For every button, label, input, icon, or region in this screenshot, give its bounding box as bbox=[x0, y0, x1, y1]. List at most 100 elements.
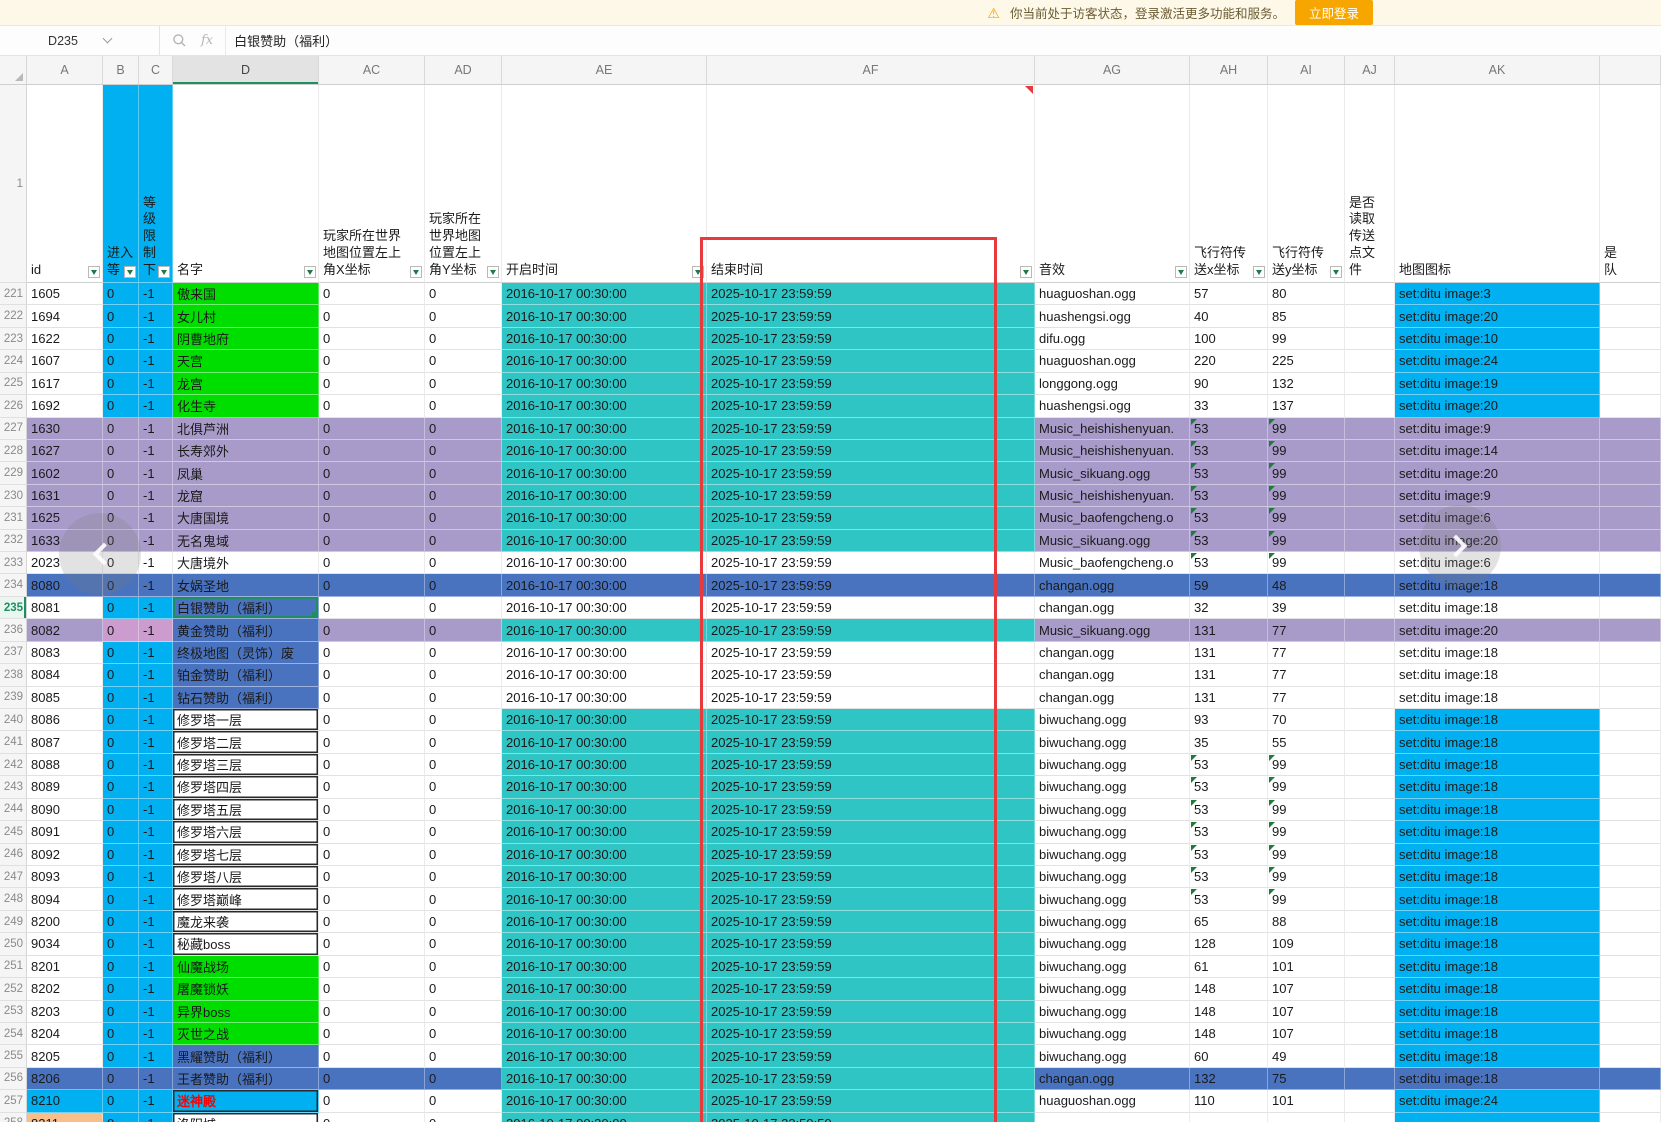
header-cell-AE[interactable]: 开启时间 bbox=[502, 85, 707, 283]
header-cell-AG[interactable]: 音效 bbox=[1035, 85, 1190, 283]
cell-A236[interactable]: 8082 bbox=[27, 619, 103, 641]
cell-AK235[interactable]: set:ditu image:18 bbox=[1395, 597, 1600, 619]
cell-AC250[interactable]: 0 bbox=[319, 933, 425, 955]
header-cell-B[interactable]: 进入等 bbox=[103, 85, 139, 283]
cell-AH234[interactable]: 59 bbox=[1190, 574, 1268, 596]
cell-AC228[interactable]: 0 bbox=[319, 440, 425, 462]
cell-D242[interactable]: 修罗塔三层 bbox=[173, 754, 319, 776]
row-header-226[interactable]: 226 bbox=[0, 395, 27, 417]
cell-X231[interactable] bbox=[1600, 507, 1661, 529]
cell-B225[interactable]: 0 bbox=[103, 373, 139, 395]
column-header-C[interactable]: C bbox=[139, 56, 173, 84]
cell-AE230[interactable]: 2016-10-17 00:30:00 bbox=[502, 485, 707, 507]
cell-AE228[interactable]: 2016-10-17 00:30:00 bbox=[502, 440, 707, 462]
cell-AH241[interactable]: 35 bbox=[1190, 731, 1268, 753]
cell-AC258[interactable]: 0 bbox=[319, 1113, 425, 1122]
row-header-225[interactable]: 225 bbox=[0, 373, 27, 395]
cell-AG251[interactable]: biwuchang.ogg bbox=[1035, 956, 1190, 978]
column-header-A[interactable]: A bbox=[27, 56, 103, 84]
cell-B241[interactable]: 0 bbox=[103, 731, 139, 753]
cell-D249[interactable]: 魔龙来袭 bbox=[173, 911, 319, 933]
cell-AJ250[interactable] bbox=[1345, 933, 1395, 955]
cell-AD248[interactable]: 0 bbox=[425, 888, 502, 910]
cell-AG253[interactable]: biwuchang.ogg bbox=[1035, 1001, 1190, 1023]
cell-D255[interactable]: 黑耀赞助（福利） bbox=[173, 1045, 319, 1067]
cell-AJ241[interactable] bbox=[1345, 731, 1395, 753]
cell-B226[interactable]: 0 bbox=[103, 395, 139, 417]
cell-A256[interactable]: 8206 bbox=[27, 1068, 103, 1090]
cell-C236[interactable]: -1 bbox=[139, 619, 173, 641]
cell-B230[interactable]: 0 bbox=[103, 485, 139, 507]
cell-A230[interactable]: 1631 bbox=[27, 485, 103, 507]
row-header-257[interactable]: 257 bbox=[0, 1090, 27, 1112]
cell-AF226[interactable]: 2025-10-17 23:59:59 bbox=[707, 395, 1035, 417]
cell-X254[interactable] bbox=[1600, 1023, 1661, 1045]
cell-C250[interactable]: -1 bbox=[139, 933, 173, 955]
row-header-1[interactable]: 1 bbox=[0, 85, 27, 283]
cell-AE256[interactable]: 2016-10-17 00:30:00 bbox=[502, 1068, 707, 1090]
cell-C232[interactable]: -1 bbox=[139, 530, 173, 552]
cell-A255[interactable]: 8205 bbox=[27, 1045, 103, 1067]
cell-A254[interactable]: 8204 bbox=[27, 1023, 103, 1045]
cell-D251[interactable]: 仙魔战场 bbox=[173, 956, 319, 978]
cell-D236[interactable]: 黄金赞助（福利） bbox=[173, 619, 319, 641]
cell-AF231[interactable]: 2025-10-17 23:59:59 bbox=[707, 507, 1035, 529]
cell-AG238[interactable]: changan.ogg bbox=[1035, 664, 1190, 686]
cell-AC243[interactable]: 0 bbox=[319, 776, 425, 798]
cell-AD230[interactable]: 0 bbox=[425, 485, 502, 507]
cell-AD245[interactable]: 0 bbox=[425, 821, 502, 843]
cell-X223[interactable] bbox=[1600, 328, 1661, 350]
cell-AK243[interactable]: set:ditu image:18 bbox=[1395, 776, 1600, 798]
filter-arrow-icon[interactable] bbox=[1020, 266, 1032, 278]
cell-AJ257[interactable] bbox=[1345, 1090, 1395, 1112]
cell-AC236[interactable]: 0 bbox=[319, 619, 425, 641]
cell-AD233[interactable]: 0 bbox=[425, 552, 502, 574]
cell-AJ224[interactable] bbox=[1345, 350, 1395, 372]
cell-X255[interactable] bbox=[1600, 1045, 1661, 1067]
cell-AF255[interactable]: 2025-10-17 23:59:59 bbox=[707, 1045, 1035, 1067]
cell-AG225[interactable]: longgong.ogg bbox=[1035, 373, 1190, 395]
cell-AE232[interactable]: 2016-10-17 00:30:00 bbox=[502, 530, 707, 552]
cell-AK253[interactable]: set:ditu image:18 bbox=[1395, 1001, 1600, 1023]
cell-B244[interactable]: 0 bbox=[103, 799, 139, 821]
cell-A223[interactable]: 1622 bbox=[27, 328, 103, 350]
cell-AD238[interactable]: 0 bbox=[425, 664, 502, 686]
cell-AH242[interactable]: 53 bbox=[1190, 754, 1268, 776]
cell-A228[interactable]: 1627 bbox=[27, 440, 103, 462]
cell-AE239[interactable]: 2016-10-17 00:30:00 bbox=[502, 687, 707, 709]
cell-AD226[interactable]: 0 bbox=[425, 395, 502, 417]
cell-AG245[interactable]: biwuchang.ogg bbox=[1035, 821, 1190, 843]
cell-X233[interactable] bbox=[1600, 552, 1661, 574]
cell-B247[interactable]: 0 bbox=[103, 866, 139, 888]
row-header-233[interactable]: 233 bbox=[0, 552, 27, 574]
cell-X242[interactable] bbox=[1600, 754, 1661, 776]
cell-AG226[interactable]: huashengsi.ogg bbox=[1035, 395, 1190, 417]
cell-AE248[interactable]: 2016-10-17 00:30:00 bbox=[502, 888, 707, 910]
cell-AJ232[interactable] bbox=[1345, 530, 1395, 552]
cell-AE223[interactable]: 2016-10-17 00:30:00 bbox=[502, 328, 707, 350]
cell-AI221[interactable]: 80 bbox=[1268, 283, 1345, 305]
row-header-223[interactable]: 223 bbox=[0, 328, 27, 350]
cell-AC239[interactable]: 0 bbox=[319, 687, 425, 709]
cell-AG240[interactable]: biwuchang.ogg bbox=[1035, 709, 1190, 731]
filter-arrow-icon[interactable] bbox=[1330, 266, 1342, 278]
cell-AI222[interactable]: 85 bbox=[1268, 305, 1345, 327]
cell-AD222[interactable]: 0 bbox=[425, 305, 502, 327]
cell-AH253[interactable]: 148 bbox=[1190, 1001, 1268, 1023]
cell-AC232[interactable]: 0 bbox=[319, 530, 425, 552]
cell-AF251[interactable]: 2025-10-17 23:59:59 bbox=[707, 956, 1035, 978]
cell-AF258[interactable]: 2025-10-17 23:59:59 bbox=[707, 1113, 1035, 1122]
cell-C231[interactable]: -1 bbox=[139, 507, 173, 529]
cell-D243[interactable]: 修罗塔四层 bbox=[173, 776, 319, 798]
cell-D222[interactable]: 女儿村 bbox=[173, 305, 319, 327]
filter-arrow-icon[interactable] bbox=[487, 266, 499, 278]
search-icon[interactable] bbox=[172, 33, 187, 48]
row-header-238[interactable]: 238 bbox=[0, 664, 27, 686]
cell-AE227[interactable]: 2016-10-17 00:30:00 bbox=[502, 418, 707, 440]
cell-D250[interactable]: 秘藏boss bbox=[173, 933, 319, 955]
cell-AI234[interactable]: 48 bbox=[1268, 574, 1345, 596]
cell-AC230[interactable]: 0 bbox=[319, 485, 425, 507]
column-header-AC[interactable]: AC bbox=[319, 56, 425, 84]
cell-AI240[interactable]: 70 bbox=[1268, 709, 1345, 731]
cell-C254[interactable]: -1 bbox=[139, 1023, 173, 1045]
